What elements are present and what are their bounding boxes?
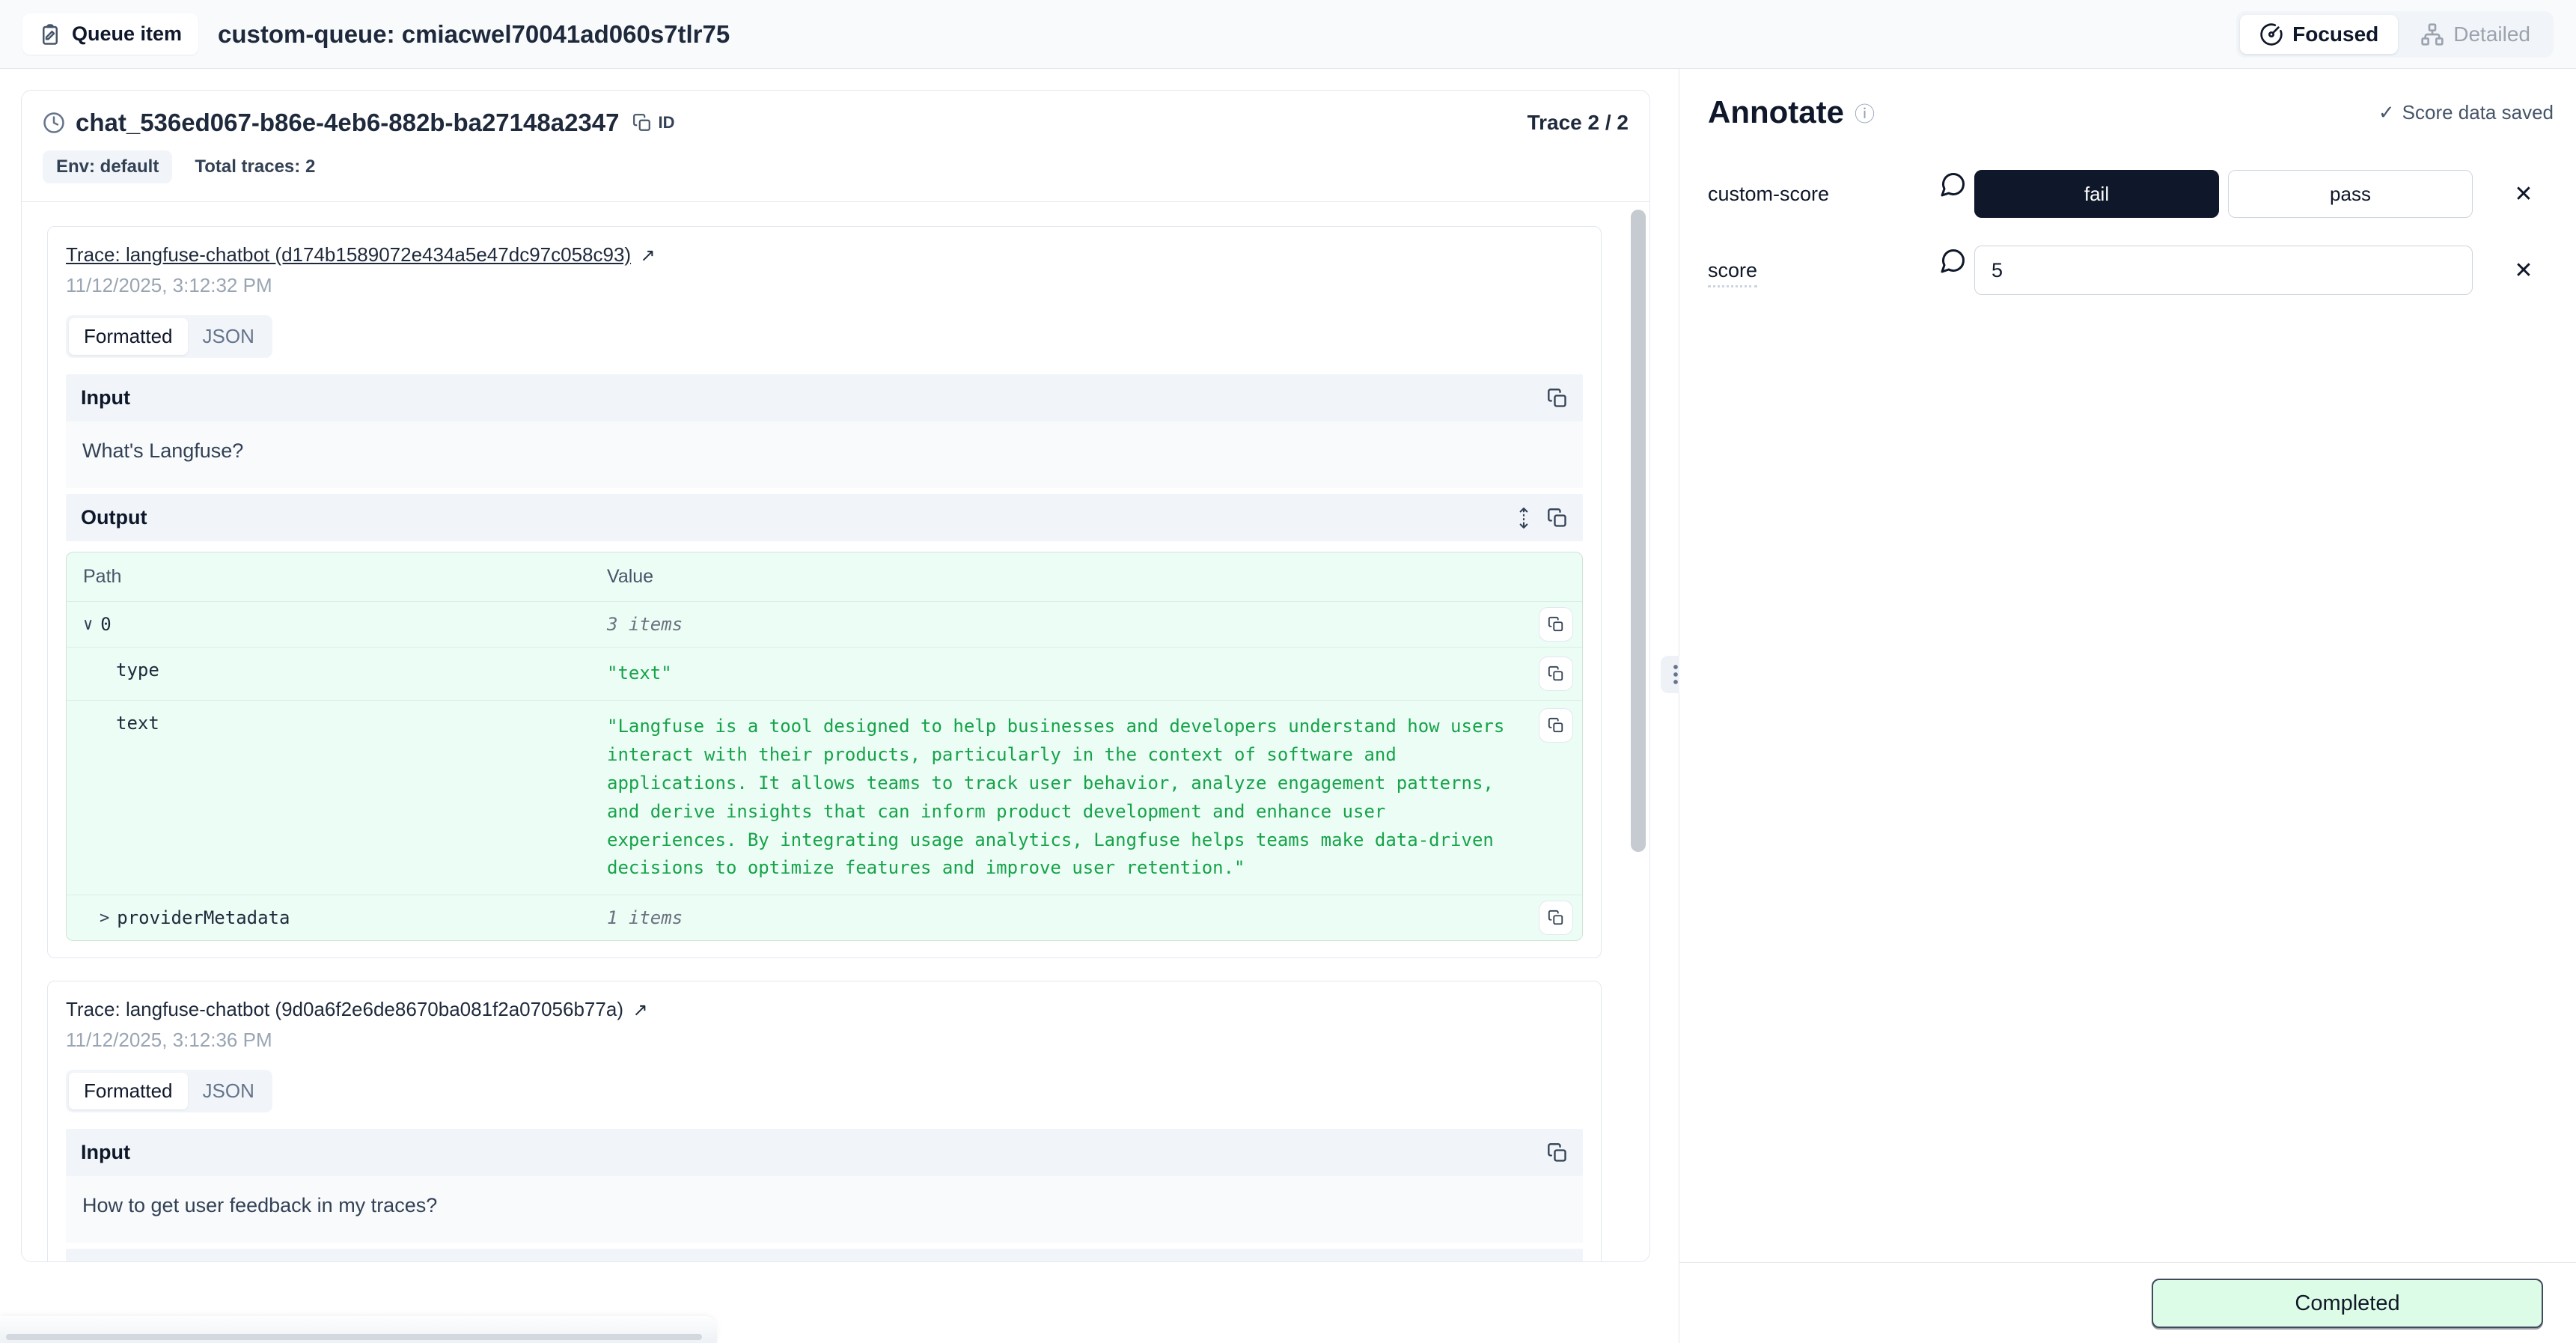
output-label: Output xyxy=(81,506,147,529)
copy-row-button[interactable] xyxy=(1539,607,1573,642)
detailed-view-label: Detailed xyxy=(2453,22,2530,46)
tab-formatted[interactable]: Formatted xyxy=(69,1073,188,1109)
table-row: text "Langfuse is a tool designed to hel… xyxy=(67,700,1582,895)
tab-json[interactable]: JSON xyxy=(188,318,269,355)
score-label: score xyxy=(1708,259,1757,287)
input-label: Input xyxy=(81,1141,130,1164)
score-row-custom-score: custom-score fail pass ✕ xyxy=(1708,169,2554,219)
comment-icon[interactable] xyxy=(1932,171,1974,198)
bottom-scroll-surface xyxy=(0,1316,717,1343)
row-path: providerMetadata xyxy=(117,907,290,928)
queue-item-panel: chat_536ed067-b86e-4eb6-882b-ba27148a234… xyxy=(21,90,1650,1262)
row-path: 0 xyxy=(100,614,111,635)
expand-vertical-icon[interactable] xyxy=(1514,507,1533,529)
output-section-header: Output xyxy=(66,494,1583,541)
queue-item-page: Queue item custom-queue: cmiacwel70041ad… xyxy=(0,0,2576,1343)
trace-link[interactable]: Trace: langfuse-chatbot (9d0a6f2e6de8670… xyxy=(66,998,623,1020)
check-icon: ✓ xyxy=(2378,101,2395,124)
input-section-header: Input xyxy=(66,374,1583,421)
copy-output-button[interactable] xyxy=(1547,508,1568,529)
score-label: custom-score xyxy=(1708,183,1932,206)
item-title: chat_536ed067-b86e-4eb6-882b-ba27148a234… xyxy=(76,109,619,137)
trace-timestamp: 11/12/2025, 3:12:32 PM xyxy=(66,274,1583,297)
score-option-pass[interactable]: pass xyxy=(2228,170,2473,218)
item-header: chat_536ed067-b86e-4eb6-882b-ba27148a234… xyxy=(22,91,1649,202)
input-content: How to get user feedback in my traces? xyxy=(66,1176,1583,1243)
trace-card-2: Trace: langfuse-chatbot (9d0a6f2e6de8670… xyxy=(47,981,1602,1261)
copy-row-button[interactable] xyxy=(1539,708,1573,743)
score-row-score: score ✕ xyxy=(1708,246,2554,295)
row-value: 3 items xyxy=(607,614,1516,635)
vertical-scrollbar-thumb[interactable] xyxy=(1631,210,1646,852)
copy-row-button[interactable] xyxy=(1539,657,1573,691)
detailed-view-button[interactable]: Detailed xyxy=(2401,15,2550,54)
comment-icon[interactable] xyxy=(1932,247,1974,274)
delete-score-button[interactable]: ✕ xyxy=(2514,258,2533,284)
column-header-value: Value xyxy=(607,566,1566,588)
page-title: custom-queue: cmiacwel70041ad060s7tlr75 xyxy=(218,20,730,49)
tree-network-icon xyxy=(2420,22,2444,46)
table-row: type "text" xyxy=(67,647,1582,700)
chevron-right-icon[interactable]: > xyxy=(100,909,109,928)
horizontal-scrollbar-thumb[interactable] xyxy=(6,1334,702,1340)
annotate-panel: Annotate ⓘ ✓ Score data saved custom-sco… xyxy=(1679,69,2576,1262)
copy-input-button[interactable] xyxy=(1547,388,1568,409)
queue-item-badge: Queue item xyxy=(22,13,198,55)
trace-list: Trace: langfuse-chatbot (d174b1589072e43… xyxy=(22,202,1649,1261)
trace-counter: Trace 2 / 2 xyxy=(1527,111,1629,135)
trace-link[interactable]: Trace: langfuse-chatbot (d174b1589072e43… xyxy=(66,243,631,266)
delete-score-button[interactable]: ✕ xyxy=(2514,181,2533,207)
output-json-table: Path Value ∨ 0 3 items xyxy=(66,552,1583,941)
tab-formatted[interactable]: Formatted xyxy=(69,318,188,355)
input-label: Input xyxy=(81,386,130,409)
tab-json[interactable]: JSON xyxy=(188,1073,269,1109)
row-value: 1 items xyxy=(607,907,1516,928)
row-path: type xyxy=(83,660,607,680)
queue-item-badge-label: Queue item xyxy=(72,22,182,46)
score-value-input[interactable] xyxy=(1974,246,2473,295)
format-tabs: Formatted JSON xyxy=(66,315,272,358)
trace-timestamp: 11/12/2025, 3:12:36 PM xyxy=(66,1029,1583,1052)
external-link-icon: ↗ xyxy=(632,1000,647,1020)
completed-button[interactable]: Completed xyxy=(2152,1279,2543,1328)
row-path: text xyxy=(83,713,607,734)
copy-id-button[interactable]: ID xyxy=(632,113,674,133)
copy-row-button[interactable] xyxy=(1539,901,1573,935)
focused-view-button[interactable]: Focused xyxy=(2240,15,2398,54)
trace-card-1: Trace: langfuse-chatbot (d174b1589072e43… xyxy=(47,226,1602,958)
score-option-fail[interactable]: fail xyxy=(1974,170,2219,218)
table-row: > providerMetadata 1 items xyxy=(67,895,1582,940)
chevron-down-icon[interactable]: ∨ xyxy=(83,615,93,634)
id-label: ID xyxy=(658,113,674,133)
clock-icon xyxy=(43,112,65,134)
external-link-icon: ↗ xyxy=(641,246,656,266)
env-badge: Env: default xyxy=(43,150,172,183)
table-row: ∨ 0 3 items xyxy=(67,601,1582,647)
annotate-title: Annotate xyxy=(1708,94,1844,130)
input-content: What's Langfuse? xyxy=(66,421,1583,488)
gauge-icon xyxy=(2259,22,2283,46)
copy-icon xyxy=(632,113,652,133)
input-section-header: Input xyxy=(66,1129,1583,1176)
info-icon[interactable]: ⓘ xyxy=(1855,98,1875,127)
save-status: ✓ Score data saved xyxy=(2378,101,2554,124)
row-value: "text" xyxy=(607,660,1516,688)
format-tabs: Formatted JSON xyxy=(66,1070,272,1112)
save-status-label: Score data saved xyxy=(2402,101,2554,124)
focused-view-label: Focused xyxy=(2292,22,2378,46)
row-value: "Langfuse is a tool designed to help bus… xyxy=(607,713,1516,883)
output-section-header: Output xyxy=(66,1249,1583,1261)
copy-input-button[interactable] xyxy=(1547,1142,1568,1163)
view-mode-toggle: Focused Detailed xyxy=(2236,11,2554,58)
column-header-path: Path xyxy=(83,566,607,588)
total-traces-label: Total traces: 2 xyxy=(195,156,315,177)
annotate-footer: Completed xyxy=(1679,1262,2576,1343)
clipboard-pen-icon xyxy=(39,23,61,46)
top-header-bar: Queue item custom-queue: cmiacwel70041ad… xyxy=(0,0,2576,69)
